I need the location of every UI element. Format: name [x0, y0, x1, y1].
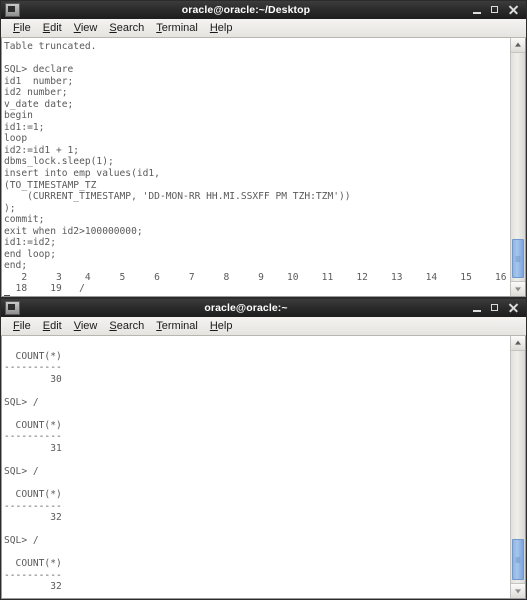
- window-title-bottom: oracle@oracle:~: [204, 302, 288, 314]
- menu-edit-bottom[interactable]: Edit: [37, 317, 68, 336]
- terminal-line: COUNT(*): [4, 489, 62, 501]
- terminal-line: (CURRENT_TIMESTAMP, 'DD-MON-RR HH.MI.SSX…: [4, 191, 351, 203]
- scrollbar-bottom[interactable]: [510, 336, 525, 598]
- scroll-up-arrow[interactable]: [511, 38, 525, 53]
- terminal-screen-bottom[interactable]: COUNT(*) ---------- 30 SQL> / COUNT(*) ---…: [2, 336, 510, 598]
- desktop: oracle@oracle:~/Desktop File Edit View S…: [0, 0, 527, 600]
- terminal-line: v_date date;: [4, 98, 74, 110]
- menu-view-top[interactable]: View: [68, 19, 104, 38]
- terminal-line: COUNT(*): [4, 419, 62, 431]
- menu-view-bottom[interactable]: View: [68, 317, 104, 336]
- scroll-down-arrow[interactable]: [511, 583, 525, 598]
- terminal-body-top[interactable]: Table truncated. SQL> declare id1 number;…: [1, 38, 526, 297]
- terminal-line: COUNT(*): [4, 558, 62, 570]
- terminal-line: 31: [4, 442, 62, 454]
- terminal-line: exit when id2>100000000;: [4, 225, 143, 237]
- menu-terminal-bottom[interactable]: Terminal: [150, 317, 204, 336]
- menubar-bottom[interactable]: File Edit View Search Terminal Help: [1, 317, 526, 336]
- terminal-window-bottom[interactable]: oracle@oracle:~ File Edit View Search Te…: [0, 298, 527, 600]
- scroll-down-arrow[interactable]: [511, 281, 525, 296]
- terminal-line: 18 19 /: [4, 283, 85, 295]
- menu-edit-top[interactable]: Edit: [37, 19, 68, 38]
- scroll-thumb[interactable]: [512, 239, 524, 278]
- terminal-line: dbms_lock.sleep(1);: [4, 156, 114, 168]
- terminal-body-bottom[interactable]: COUNT(*) ---------- 30 SQL> / COUNT(*) ---…: [1, 336, 526, 599]
- minimize-button[interactable]: [472, 303, 483, 314]
- terminal-line: end loop;: [4, 248, 56, 260]
- terminal-icon: [5, 3, 20, 17]
- terminal-screen-top[interactable]: Table truncated. SQL> declare id1 number;…: [2, 38, 510, 296]
- terminal-line: commit;: [4, 214, 45, 226]
- minimize-button[interactable]: [472, 5, 483, 16]
- terminal-line: id1 number;: [4, 75, 74, 87]
- menu-search-bottom[interactable]: Search: [103, 317, 150, 336]
- menu-help-top[interactable]: Help: [204, 19, 239, 38]
- menu-search-top[interactable]: Search: [103, 19, 150, 38]
- terminal-line: COUNT(*): [4, 350, 62, 362]
- terminal-line: id1:=1;: [4, 121, 45, 133]
- scroll-thumb[interactable]: [512, 539, 524, 580]
- terminal-line: loop: [4, 133, 28, 145]
- scroll-track-bottom[interactable]: [511, 351, 525, 583]
- terminal-line: 32: [4, 512, 62, 524]
- terminal-line: ----------: [4, 362, 62, 374]
- menu-terminal-top[interactable]: Terminal: [150, 19, 204, 38]
- terminal-line: 32: [4, 581, 62, 593]
- terminal-line: (TO_TIMESTAMP_TZ: [4, 179, 97, 191]
- terminal-cursor-line: [4, 295, 510, 296]
- terminal-line: insert into emp values(id1,: [4, 168, 160, 180]
- window-title-top: oracle@oracle:~/Desktop: [181, 4, 311, 16]
- terminal-line: end;: [4, 260, 28, 272]
- terminal-line: id2:=id1 + 1;: [4, 144, 80, 156]
- close-button[interactable]: [508, 303, 519, 314]
- close-button[interactable]: [508, 5, 519, 16]
- terminal-line: id2 number;: [4, 87, 68, 99]
- terminal-line: );: [4, 202, 16, 214]
- scrollbar-top[interactable]: [510, 38, 525, 296]
- titlebar-top[interactable]: oracle@oracle:~/Desktop: [1, 1, 526, 19]
- terminal-line: SQL> /: [4, 535, 39, 547]
- menu-file-bottom[interactable]: File: [7, 317, 37, 336]
- maximize-button[interactable]: [490, 303, 501, 314]
- maximize-button[interactable]: [490, 5, 501, 16]
- terminal-line: ----------: [4, 431, 62, 443]
- terminal-line: ----------: [4, 500, 62, 512]
- text-cursor: [4, 295, 10, 296]
- terminal-line: ----------: [4, 569, 62, 581]
- titlebar-bottom[interactable]: oracle@oracle:~: [1, 299, 526, 317]
- scroll-track-top[interactable]: [511, 53, 525, 281]
- terminal-line: 30: [4, 373, 62, 385]
- window-controls-bottom: [472, 303, 522, 314]
- terminal-line: Table truncated.: [4, 41, 97, 52]
- menu-file-top[interactable]: File: [7, 19, 37, 38]
- terminal-icon: [5, 301, 20, 315]
- terminal-line: SQL> /: [4, 396, 39, 408]
- terminal-line: begin: [4, 110, 33, 122]
- scroll-up-arrow[interactable]: [511, 336, 525, 351]
- terminal-line: id1:=id2;: [4, 237, 56, 249]
- terminal-line: 2 3 4 5 6 7 8 9 10 11 12 13 14 15 16 17: [4, 271, 510, 283]
- terminal-line: SQL> /: [4, 466, 39, 478]
- menubar-top[interactable]: File Edit View Search Terminal Help: [1, 19, 526, 38]
- terminal-window-top[interactable]: oracle@oracle:~/Desktop File Edit View S…: [0, 0, 527, 298]
- menu-help-bottom[interactable]: Help: [204, 317, 239, 336]
- window-controls-top: [472, 5, 522, 16]
- terminal-line: SQL> declare: [4, 64, 74, 76]
